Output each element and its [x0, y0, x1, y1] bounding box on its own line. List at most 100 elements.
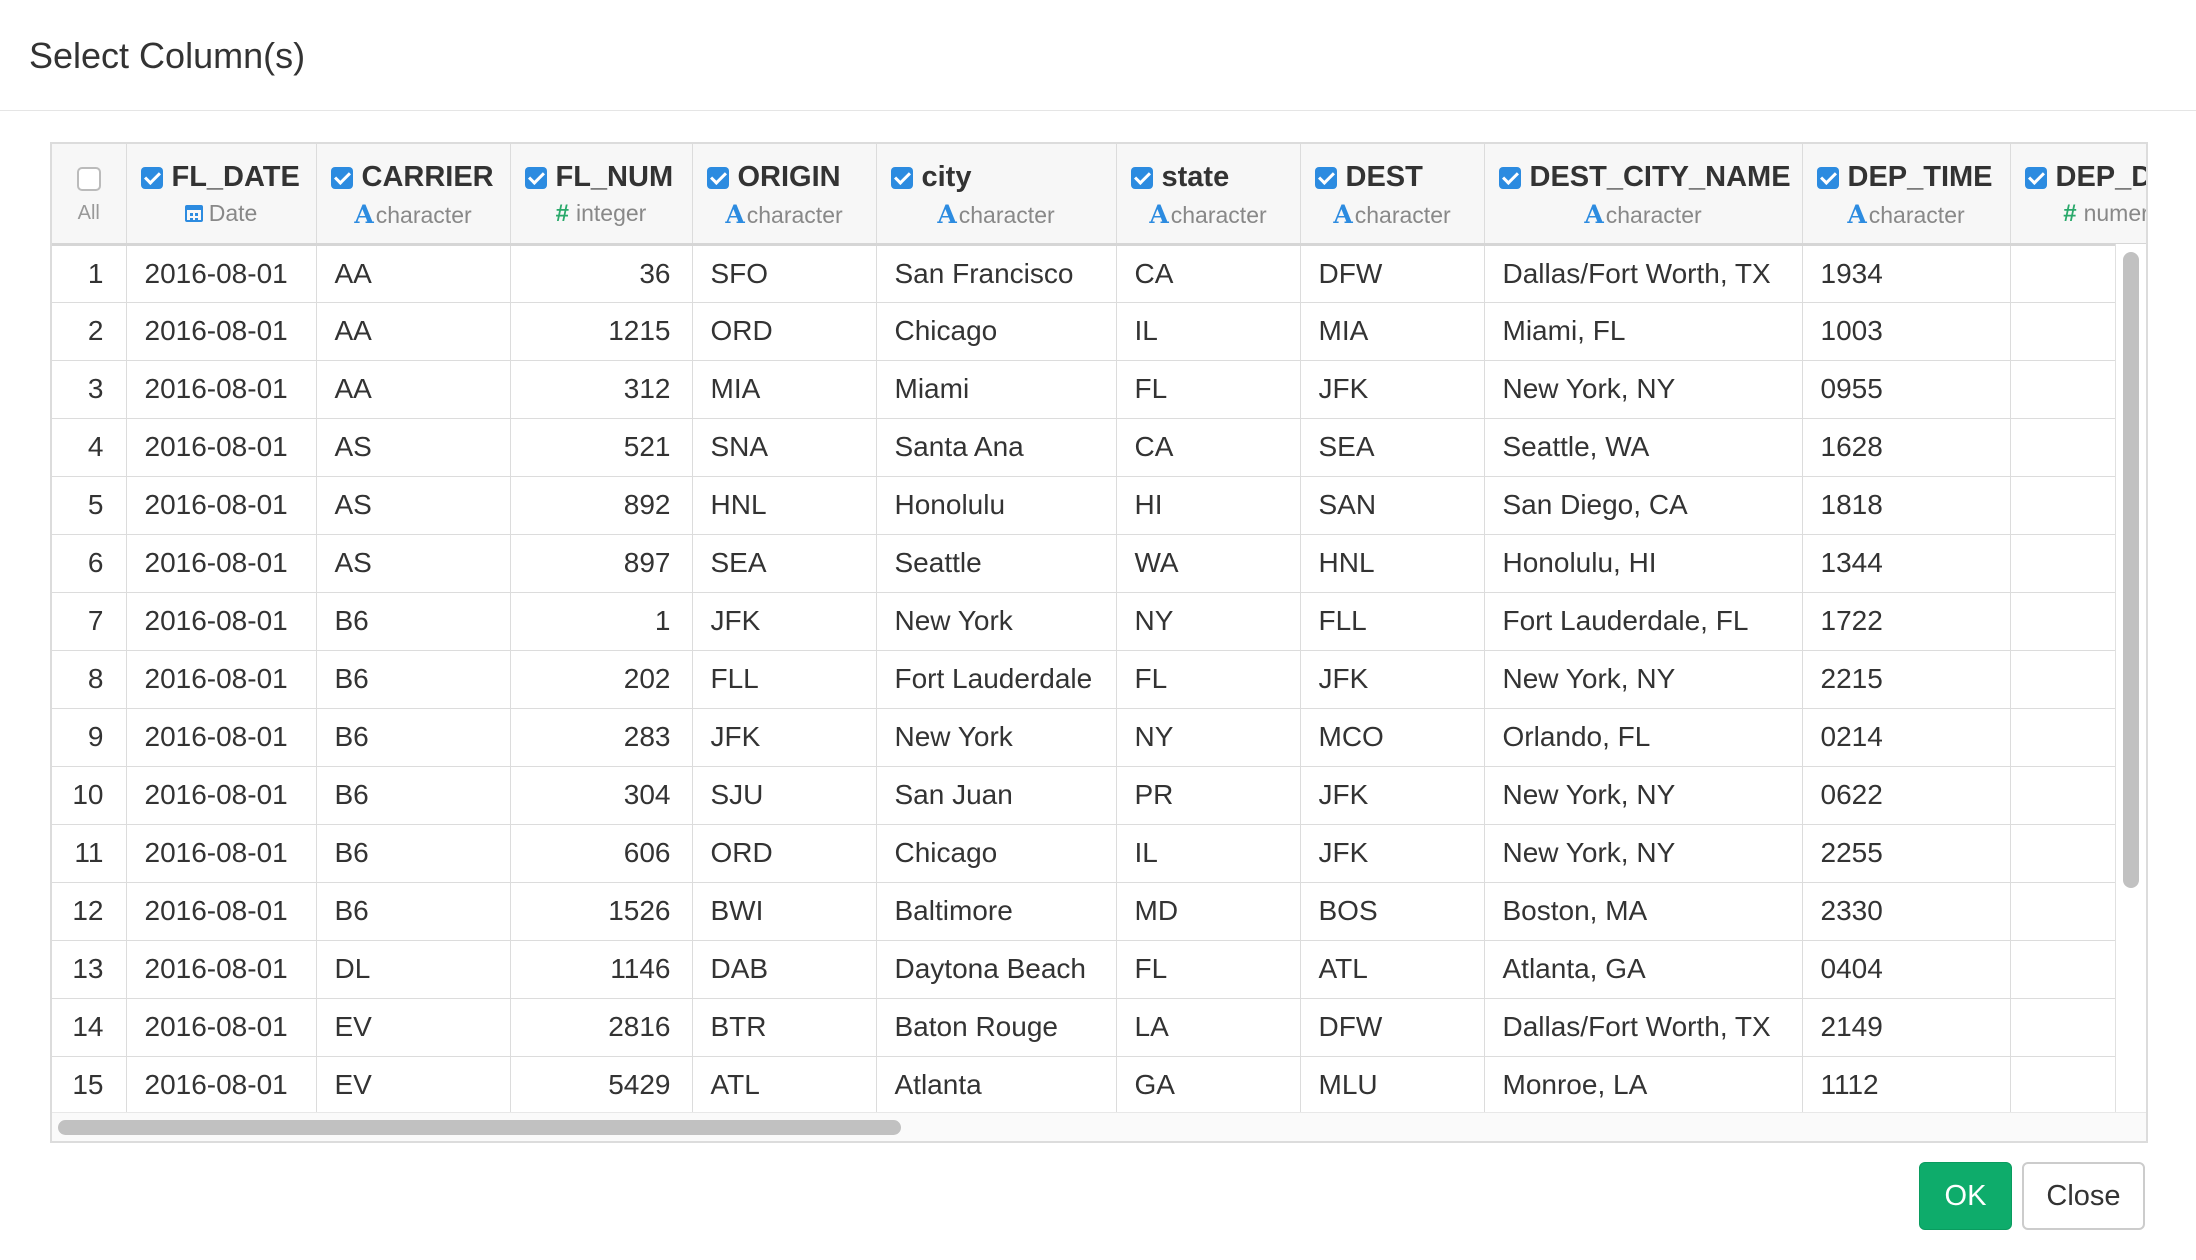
cell-fl-date: 2016-08-01: [126, 1056, 317, 1115]
cell-origin: JFK: [692, 592, 877, 651]
cell-fl-date: 2016-08-01: [126, 708, 317, 767]
column-checkbox[interactable]: [1130, 166, 1153, 189]
column-name: DEST_CITY_NAME: [1529, 161, 1791, 193]
data-table: All FL_DATE Date CARRIER Acharacter FL_NUM # i…: [52, 144, 2146, 1115]
cell-fl-date: 2016-08-01: [126, 418, 317, 477]
vertical-scrollbar[interactable]: [2115, 244, 2146, 1116]
column-header-fl-num[interactable]: FL_NUM # integer: [510, 144, 693, 246]
table-row: 3 2016-08-01 AA 312 MIA Miami FL JFK New York, N…: [52, 360, 2146, 419]
column-header-carrier[interactable]: CARRIER Acharacter: [316, 144, 511, 246]
cell-origin: FLL: [692, 650, 877, 709]
cell-carrier: AS: [316, 418, 511, 477]
cell-fl-num: 606: [510, 824, 693, 883]
column-type-label: character: [746, 202, 843, 228]
table-row: 15 2016-08-01 EV 5429 ATL Atlanta GA MLU Monroe,…: [52, 1056, 2146, 1115]
cell-origin: SEA: [692, 534, 877, 593]
select-all-label: All: [77, 202, 100, 224]
cell-fl-date: 2016-08-01: [126, 534, 317, 593]
horizontal-scrollbar[interactable]: [52, 1112, 2146, 1141]
column-checkbox[interactable]: [524, 166, 547, 189]
cell-dest-city-name: Honolulu, HI: [1484, 534, 1803, 593]
column-header-dep-time[interactable]: DEP_TIME Acharacter: [1802, 144, 2011, 246]
column-type: Date: [127, 200, 316, 227]
column-checkbox[interactable]: [330, 166, 353, 189]
close-button[interactable]: Close: [2022, 1162, 2145, 1230]
column-checkbox[interactable]: [890, 166, 913, 189]
row-number: 3: [52, 360, 127, 419]
cell-fl-date: 2016-08-01: [126, 592, 317, 651]
cell-dep-time: 2149: [1802, 998, 2011, 1057]
cell-dep-time: 0214: [1802, 708, 2011, 767]
column-header-dest-city-name[interactable]: DEST_CITY_NAME Acharacter: [1484, 144, 1803, 246]
column-type: Acharacter: [693, 200, 876, 229]
cell-dest: DFW: [1300, 244, 1485, 303]
select-all-header[interactable]: All: [52, 144, 127, 246]
cell-dest: MLU: [1300, 1056, 1485, 1115]
column-header-title: FL_NUM: [524, 161, 673, 194]
column-checkbox[interactable]: [1498, 166, 1521, 189]
cell-origin: BWI: [692, 882, 877, 941]
column-header-origin[interactable]: ORIGIN Acharacter: [692, 144, 877, 246]
cell-dep-time: 2330: [1802, 882, 2011, 941]
column-header-title: ORIGIN: [706, 161, 841, 194]
cell-state: HI: [1116, 476, 1301, 535]
cell-carrier: EV: [316, 1056, 511, 1115]
ok-button[interactable]: OK: [1919, 1162, 2012, 1230]
cell-state: FL: [1116, 360, 1301, 419]
dialog-header: Select Column(s): [0, 0, 2196, 111]
row-number: 7: [52, 592, 127, 651]
cell-city: New York: [876, 592, 1117, 651]
column-type-label: character: [1170, 202, 1267, 228]
row-number: 10: [52, 766, 127, 825]
vertical-scrollbar-thumb[interactable]: [2123, 252, 2139, 888]
cell-fl-num: 5429: [510, 1056, 693, 1115]
cell-origin: BTR: [692, 998, 877, 1057]
cell-dep-time: 0955: [1802, 360, 2011, 419]
cell-city: San Juan: [876, 766, 1117, 825]
cell-carrier: B6: [316, 766, 511, 825]
column-header-state[interactable]: state Acharacter: [1116, 144, 1301, 246]
cell-dest-city-name: New York, NY: [1484, 360, 1803, 419]
column-type: Acharacter: [1485, 200, 1802, 229]
column-header-dep-d[interactable]: DEP_D # numer: [2010, 144, 2146, 246]
cell-dest-city-name: Miami, FL: [1484, 302, 1803, 361]
column-checkbox[interactable]: [1314, 166, 1337, 189]
select-all-checkbox[interactable]: [76, 167, 101, 191]
column-header-city[interactable]: city Acharacter: [876, 144, 1117, 246]
cell-state: IL: [1116, 824, 1301, 883]
column-checkbox[interactable]: [2024, 166, 2047, 189]
cell-city: Baltimore: [876, 882, 1117, 941]
table-row: 9 2016-08-01 B6 283 JFK New York NY MCO Orlando,…: [52, 708, 2146, 767]
cell-dest: JFK: [1300, 360, 1485, 419]
cell-origin: JFK: [692, 708, 877, 767]
cell-state: FL: [1116, 650, 1301, 709]
cell-origin: HNL: [692, 476, 877, 535]
cell-state: GA: [1116, 1056, 1301, 1115]
cell-fl-num: 283: [510, 708, 693, 767]
horizontal-scrollbar-thumb[interactable]: [58, 1120, 901, 1135]
cell-state: FL: [1116, 940, 1301, 999]
column-header-title: DEP_D: [2024, 161, 2146, 194]
dialog-title: Select Column(s): [29, 35, 306, 76]
character-type-icon: A: [1149, 200, 1169, 229]
cell-carrier: B6: [316, 824, 511, 883]
column-checkbox[interactable]: [706, 166, 729, 189]
column-checkbox[interactable]: [1816, 166, 1839, 189]
cell-city: Atlanta: [876, 1056, 1117, 1115]
column-checkbox[interactable]: [140, 166, 163, 189]
cell-carrier: AS: [316, 476, 511, 535]
row-number: 13: [52, 940, 127, 999]
cell-state: IL: [1116, 302, 1301, 361]
column-header-fl-date[interactable]: FL_DATE Date: [126, 144, 317, 246]
cell-city: Baton Rouge: [876, 998, 1117, 1057]
column-type: # numer: [2011, 200, 2146, 228]
column-name: city: [921, 161, 972, 193]
cell-dep-time: 0404: [1802, 940, 2011, 999]
cell-city: Honolulu: [876, 476, 1117, 535]
table-body: 1 2016-08-01 AA 36 SFO San Francisco CA DFW Dall…: [52, 244, 2146, 1115]
cell-dest: SEA: [1300, 418, 1485, 477]
column-header-dest[interactable]: DEST Acharacter: [1300, 144, 1485, 246]
cell-carrier: B6: [316, 882, 511, 941]
calendar-icon: [184, 205, 203, 222]
column-type-label: Date: [208, 200, 258, 226]
